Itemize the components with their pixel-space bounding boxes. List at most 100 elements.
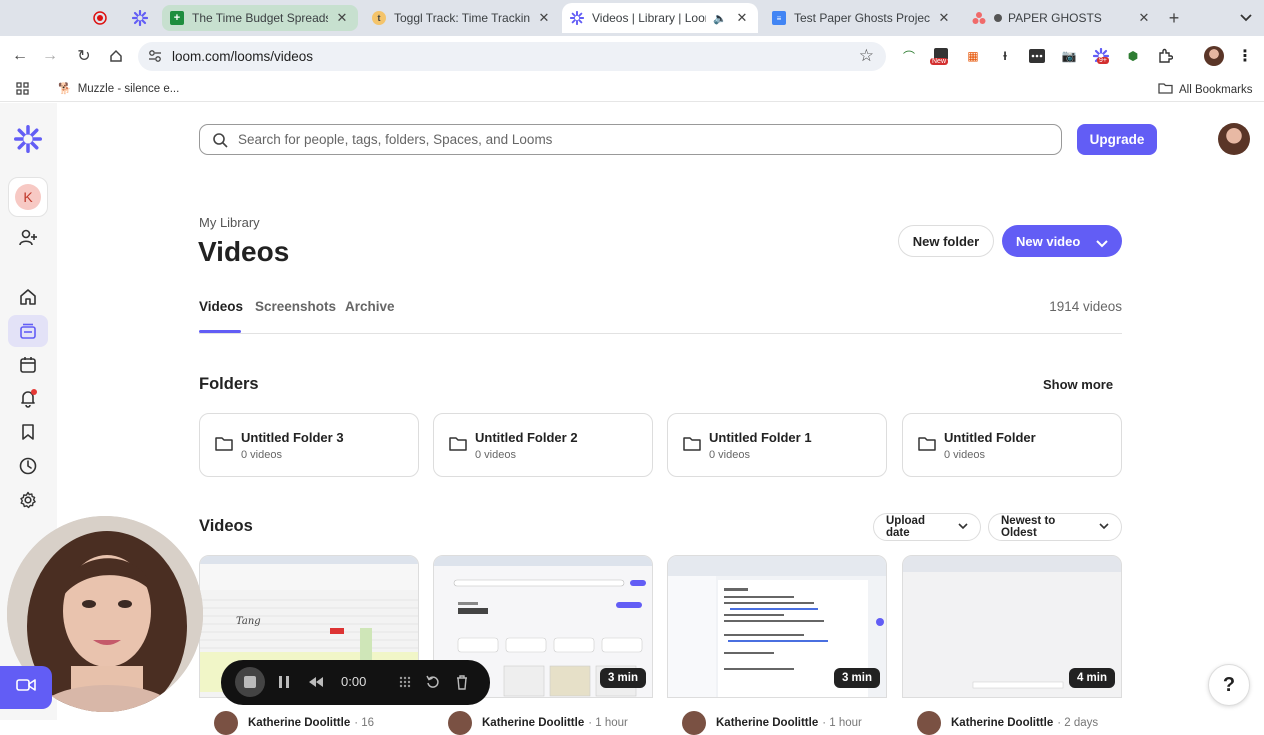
reload-icon[interactable]: ↻ [72, 44, 96, 68]
folder-card[interactable]: Untitled Folder 3 0 videos [199, 413, 419, 477]
author-name[interactable]: Katherine Doolittle [482, 717, 584, 729]
rewind-button[interactable] [305, 671, 327, 693]
duration-badge: 4 min [1068, 668, 1115, 688]
tab-search-button[interactable] [1234, 6, 1258, 30]
extension-green-icon[interactable]: ⬢ [1124, 47, 1142, 65]
restart-icon[interactable] [422, 671, 444, 693]
folder-count: 0 videos [241, 449, 282, 461]
speaker-icon[interactable]: 🔈 [712, 12, 728, 25]
extensions-puzzle-icon[interactable] [1156, 47, 1174, 65]
tab-title: The Time Budget Spreadsh [192, 11, 328, 25]
invite-user-icon[interactable] [8, 222, 48, 254]
author-name[interactable]: Katherine Doolittle [248, 717, 350, 729]
back-icon[interactable]: ← [8, 44, 32, 68]
notifications-bell-icon[interactable] [8, 382, 48, 414]
loom-logo-icon[interactable] [8, 123, 48, 155]
sort-order-dropdown[interactable]: Newest to Oldest [988, 513, 1122, 541]
count-badge: 9+ [1097, 57, 1109, 64]
bookmark-icon[interactable] [8, 416, 48, 448]
library-tabs: Videos Screenshots Archive 1914 videos [199, 297, 1122, 334]
apps-grid-icon[interactable] [16, 82, 29, 98]
camera-icon[interactable]: 📷 [1060, 47, 1078, 65]
tab-time-budget[interactable]: + The Time Budget Spreadsh ✕ [162, 5, 358, 31]
tab-screenshots[interactable]: Screenshots [255, 299, 336, 314]
library-icon[interactable] [8, 315, 48, 347]
folder-card[interactable]: Untitled Folder 0 videos [902, 413, 1122, 477]
address-bar[interactable]: loom.com/looms/videos ☆ [138, 42, 886, 71]
workspace-avatar: K [15, 184, 41, 210]
docs-icon: ≡ [772, 11, 786, 25]
tab-paper-ghosts[interactable]: PAPER GHOSTS ✕ [964, 5, 1160, 31]
tab-archive[interactable]: Archive [345, 299, 395, 314]
close-icon[interactable]: ✕ [734, 10, 750, 26]
forward-icon[interactable]: → [38, 44, 62, 68]
stop-button[interactable] [235, 667, 265, 697]
author-name[interactable]: Katherine Doolittle [951, 717, 1053, 729]
new-tab-button[interactable]: + [1162, 6, 1186, 30]
home-icon[interactable] [104, 44, 128, 68]
tab-toggl[interactable]: t Toggl Track: Time Tracking ✕ [364, 5, 560, 31]
video-card[interactable]: 3 min [667, 555, 887, 698]
site-info-icon[interactable] [148, 49, 162, 66]
extension-grid-icon[interactable]: ▦ [964, 47, 982, 65]
video-meta: Katherine Doolittle · 1 hour [682, 711, 862, 735]
close-icon[interactable]: ✕ [936, 10, 952, 26]
profile-avatar[interactable] [1204, 46, 1224, 66]
recording-timer: 0:00 [341, 674, 367, 689]
tab-videos[interactable]: Videos [199, 299, 243, 314]
video-card[interactable]: 4 min [902, 555, 1122, 698]
history-clock-icon[interactable] [8, 450, 48, 482]
search-input[interactable]: Search for people, tags, folders, Spaces… [199, 124, 1062, 155]
all-bookmarks[interactable]: All Bookmarks [1158, 82, 1253, 97]
video-age: · 2 days [1057, 717, 1099, 729]
breadcrumb[interactable]: My Library [199, 215, 260, 230]
delete-icon[interactable] [451, 671, 473, 693]
upgrade-button[interactable]: Upgrade [1077, 124, 1157, 155]
workspace-switcher[interactable]: K [8, 177, 48, 217]
extension-dots-icon[interactable] [1028, 47, 1046, 65]
toggl-icon: t [372, 11, 386, 25]
bookmark-muzzle[interactable]: 🐕 Muzzle - silence e... [58, 82, 179, 96]
pause-button[interactable] [273, 671, 295, 693]
new-video-button[interactable]: New video [1002, 225, 1122, 257]
recording-dot-icon [994, 11, 1002, 25]
author-name[interactable]: Katherine Doolittle [716, 717, 818, 729]
tab-loom-videos[interactable]: Videos | Library | Loom 🔈 ✕ [562, 3, 758, 33]
folder-card[interactable]: Untitled Folder 2 0 videos [433, 413, 653, 477]
bookmarks-bar: 🐕 Muzzle - silence e... All Bookmarks [0, 76, 1264, 102]
close-icon[interactable]: ✕ [334, 10, 350, 26]
folder-card[interactable]: Untitled Folder 1 0 videos [667, 413, 887, 477]
loom-extension-icon[interactable]: 9+ [1092, 47, 1110, 65]
sort-field-label: Upload date [886, 515, 925, 539]
duration-badge: 3 min [833, 668, 880, 688]
new-folder-button[interactable]: New folder [898, 225, 994, 257]
loom-pinned-tab-icon[interactable] [128, 6, 152, 30]
close-icon[interactable]: ✕ [1136, 10, 1152, 26]
sort-field-dropdown[interactable]: Upload date [873, 513, 981, 541]
folder-icon [449, 436, 467, 456]
close-icon[interactable]: ✕ [536, 10, 552, 26]
home-icon[interactable] [8, 281, 48, 313]
video-count: 1914 videos [1049, 299, 1122, 314]
show-more-button[interactable]: Show more [1043, 377, 1113, 392]
video-age: · 16 [354, 717, 375, 729]
author-avatar [917, 711, 941, 735]
calendar-icon[interactable] [8, 349, 48, 381]
drag-handle-icon[interactable] [394, 671, 416, 693]
settings-gear-icon[interactable] [8, 484, 48, 516]
folder-icon [683, 436, 701, 456]
help-button[interactable]: ? [1208, 664, 1250, 706]
user-avatar[interactable] [1218, 123, 1250, 155]
url-text: loom.com/looms/videos [172, 49, 314, 64]
camera-toggle-button[interactable] [0, 666, 52, 709]
tab-test-paper-ghosts[interactable]: ≡ Test Paper Ghosts Project - ✕ [764, 5, 960, 31]
chevron-down-icon [1099, 521, 1109, 533]
extension-text-icon[interactable]: Ɨ [996, 47, 1014, 65]
browser-menu-icon[interactable]: ⋮ [1236, 47, 1254, 65]
extension-icon[interactable]: ⌒ [900, 47, 918, 65]
record-indicator-icon[interactable] [88, 6, 112, 30]
bookmark-star-icon[interactable]: ☆ [859, 46, 874, 66]
folder-name: Untitled Folder 3 [241, 430, 344, 445]
extension-new-icon[interactable]: New [930, 47, 950, 65]
videos-heading: Videos [199, 517, 253, 535]
